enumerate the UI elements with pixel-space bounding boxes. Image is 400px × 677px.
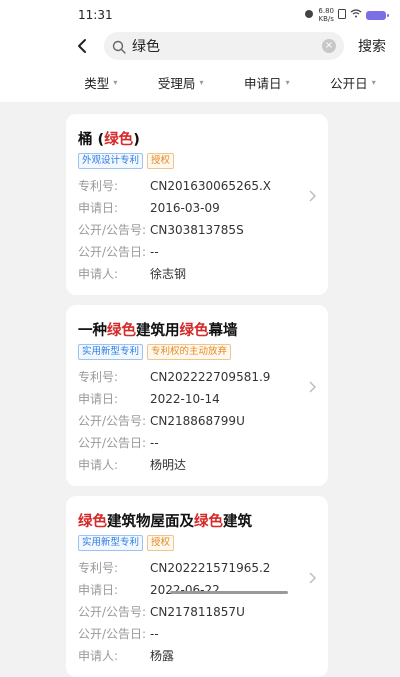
wifi-icon [350, 9, 362, 21]
result-title: 绿色建筑物屋面及绿色建筑 [78, 514, 252, 530]
back-icon[interactable] [68, 32, 96, 60]
notification-icon [304, 9, 314, 22]
status-tag: 专利权的主动放弃 [147, 344, 232, 360]
field-applicant: 申请人: 杨露 [78, 649, 175, 663]
search-input[interactable] [132, 38, 322, 54]
type-tag: 实用新型专利 [78, 344, 144, 360]
result-card[interactable]: 一种绿色建筑用绿色幕墙 实用新型专利 专利权的主动放弃 专利号: CN202222… [66, 305, 328, 486]
field-pub-no: 公开/公告号: CN218868799U [78, 414, 245, 428]
field-patent-no: 专利号: CN202222709581.9 [78, 370, 271, 384]
result-tags: 实用新型专利 授权 [78, 535, 316, 551]
filter-type[interactable]: 类型 ▾ [84, 73, 117, 92]
result-card[interactable]: 绿色建筑物屋面及绿色建筑 实用新型专利 授权 专利号: CN20222157196… [66, 496, 328, 677]
chevron-right-icon [308, 381, 316, 397]
caret-down-icon: ▾ [285, 77, 290, 87]
status-icons: 6.80 KB/s [304, 7, 389, 23]
field-applicant: 申请人: 杨明达 [78, 458, 187, 472]
field-pub-no: 公开/公告号: CN303813785S [78, 223, 244, 237]
field-pub-date: 公开/公告日: -- [78, 245, 159, 259]
status-tag: 授权 [147, 535, 175, 551]
filter-pub-date[interactable]: 公开日 ▾ [330, 73, 376, 92]
caret-down-icon: ▾ [113, 77, 118, 87]
result-card[interactable]: 桶 (绿色) 外观设计专利 授权 专利号: CN201630065265.X 申请… [66, 114, 328, 295]
result-tags: 外观设计专利 授权 [78, 153, 316, 169]
type-tag: 实用新型专利 [78, 535, 144, 551]
field-applicant: 申请人: 徐志钢 [78, 267, 187, 281]
field-pub-date: 公开/公告日: -- [78, 436, 159, 450]
home-indicator [170, 591, 288, 594]
type-tag: 外观设计专利 [78, 153, 144, 169]
search-box[interactable]: × [104, 32, 344, 60]
filter-bar: 类型 ▾ 受理局 ▾ 申请日 ▾ 公开日 ▾ [0, 62, 400, 102]
filter-apply-date[interactable]: 申请日 ▾ [244, 73, 290, 92]
clear-icon[interactable]: × [322, 39, 336, 53]
sim-icon [338, 8, 346, 22]
chevron-right-icon [308, 190, 316, 206]
chevron-right-icon [308, 572, 316, 588]
field-apply-date: 申请日: 2016-03-09 [78, 201, 220, 215]
field-pub-date: 公开/公告日: -- [78, 627, 159, 641]
status-bar: 11:31 6.80 KB/s [0, 0, 400, 30]
battery-icon [366, 10, 389, 20]
search-button[interactable]: 搜索 [358, 36, 386, 56]
status-time: 11:31 [78, 8, 113, 22]
search-icon [112, 39, 126, 54]
field-patent-no: 专利号: CN202221571965.2 [78, 561, 271, 575]
result-title: 桶 (绿色) [78, 132, 140, 148]
search-bar: × 搜索 [0, 30, 400, 62]
field-apply-date: 申请日: 2022-10-14 [78, 392, 220, 406]
caret-down-icon: ▾ [371, 77, 376, 87]
result-title: 一种绿色建筑用绿色幕墙 [78, 323, 238, 339]
filter-office[interactable]: 受理局 ▾ [158, 73, 204, 92]
field-patent-no: 专利号: CN201630065265.X [78, 179, 272, 193]
status-tag: 授权 [147, 153, 175, 169]
network-speed: 6.80 KB/s [318, 7, 334, 23]
result-tags: 实用新型专利 专利权的主动放弃 [78, 344, 316, 360]
caret-down-icon: ▾ [199, 77, 204, 87]
field-apply-date: 申请日: 2022-06-22 [78, 583, 220, 597]
field-pub-no: 公开/公告号: CN217811857U [78, 605, 245, 619]
